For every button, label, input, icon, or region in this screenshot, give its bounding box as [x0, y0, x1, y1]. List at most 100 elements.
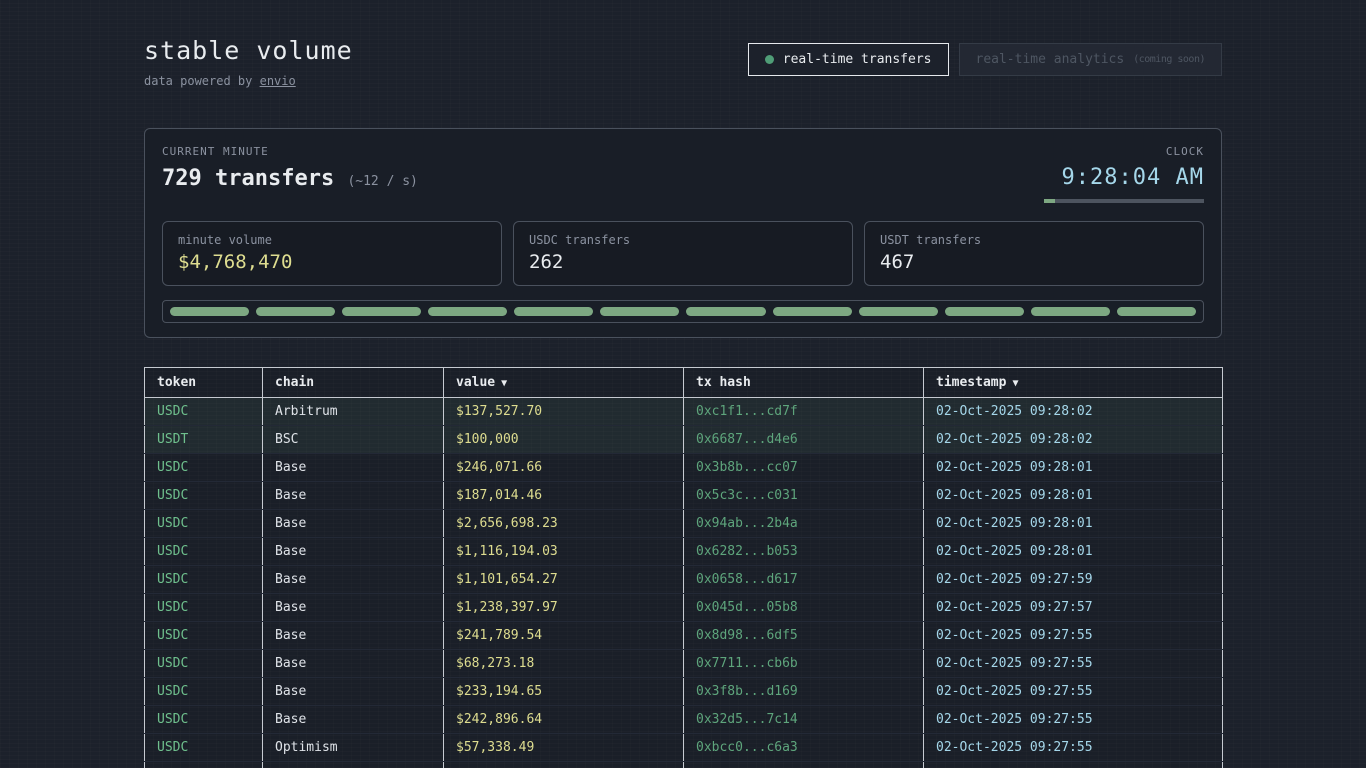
cell-chain: Arbitrum	[263, 398, 444, 426]
cell-timestamp: 02-Oct-2025 09:27:59	[924, 566, 1223, 594]
clock-block: CLOCK 9:28:04 AM	[1044, 145, 1204, 203]
cell-token: USDC	[145, 762, 263, 768]
stat-box-minute-volume: minute volume $4,768,470	[162, 221, 502, 286]
cell-hash[interactable]: 0x0658...d617	[684, 566, 924, 594]
cell-hash[interactable]: 0x045d...05b8	[684, 594, 924, 622]
cell-timestamp: 02-Oct-2025 09:28:02	[924, 426, 1223, 454]
table-row: USDCBase$233,194.650xbf75...366102-Oct-2…	[145, 762, 1223, 768]
cell-timestamp: 02-Oct-2025 09:28:01	[924, 482, 1223, 510]
cell-token: USDT	[145, 426, 263, 454]
cell-hash[interactable]: 0x32d5...7c14	[684, 706, 924, 734]
table-row: USDCBase$68,273.180x7711...cb6b02-Oct-20…	[145, 650, 1223, 678]
cell-timestamp: 02-Oct-2025 09:27:55	[924, 622, 1223, 650]
table-row: USDCBase$242,896.640x32d5...7c1402-Oct-2…	[145, 706, 1223, 734]
tab-real-time-analytics: real-time analytics (coming soon)	[959, 43, 1223, 76]
cell-token: USDC	[145, 650, 263, 678]
table-row: USDCBase$1,238,397.970x045d...05b802-Oct…	[145, 594, 1223, 622]
minute-segment	[1117, 307, 1196, 316]
page-title: stable volume	[144, 36, 353, 65]
col-header-token: token	[145, 368, 263, 398]
clock-time: 9:28:04 AM	[1044, 165, 1204, 190]
table-row: USDCBase$1,101,654.270x0658...d61702-Oct…	[145, 566, 1223, 594]
cell-chain: BSC	[263, 426, 444, 454]
minute-segment	[686, 307, 765, 316]
col-header-value[interactable]: value ▼	[444, 368, 684, 398]
cell-value: $1,101,654.27	[444, 566, 684, 594]
cell-token: USDC	[145, 398, 263, 426]
transfers-rate: (~12 / s)	[347, 174, 417, 189]
cell-hash[interactable]: 0xc1f1...cd7f	[684, 398, 924, 426]
cell-hash[interactable]: 0x94ab...2b4a	[684, 510, 924, 538]
cell-chain: Base	[263, 678, 444, 706]
minute-segments	[162, 300, 1204, 323]
cell-token: USDC	[145, 482, 263, 510]
cell-hash[interactable]: 0x6687...d4e6	[684, 426, 924, 454]
cell-value: $100,000	[444, 426, 684, 454]
cell-token: USDC	[145, 678, 263, 706]
stat-value: $4,768,470	[178, 251, 486, 273]
cell-chain: Base	[263, 594, 444, 622]
cell-chain: Base	[263, 650, 444, 678]
cell-value: $57,338.49	[444, 734, 684, 762]
cell-chain: Base	[263, 482, 444, 510]
cell-value: $1,116,194.03	[444, 538, 684, 566]
minute-segment	[256, 307, 335, 316]
cell-hash[interactable]: 0x6282...b053	[684, 538, 924, 566]
cell-chain: Base	[263, 510, 444, 538]
minute-segment	[170, 307, 249, 316]
col-header-timestamp[interactable]: timestamp ▼	[924, 368, 1223, 398]
stat-boxes: minute volume $4,768,470 USDC transfers …	[162, 221, 1204, 286]
clock-label: CLOCK	[1044, 145, 1204, 158]
cell-timestamp: 02-Oct-2025 09:27:57	[924, 594, 1223, 622]
table-row: USDCBase$2,656,698.230x94ab...2b4a02-Oct…	[145, 510, 1223, 538]
cell-value: $137,527.70	[444, 398, 684, 426]
stat-label: USDT transfers	[880, 233, 1188, 247]
cell-timestamp: 02-Oct-2025 09:28:01	[924, 510, 1223, 538]
cell-timestamp: 02-Oct-2025 09:28:01	[924, 538, 1223, 566]
cell-hash[interactable]: 0xbcc0...c6a3	[684, 734, 924, 762]
table-row: USDCBase$246,071.660x3b8b...cc0702-Oct-2…	[145, 454, 1223, 482]
clock-progress-fill	[1044, 199, 1055, 203]
cell-value: $242,896.64	[444, 706, 684, 734]
cell-token: USDC	[145, 566, 263, 594]
table-row: USDCBase$1,116,194.030x6282...b05302-Oct…	[145, 538, 1223, 566]
cell-hash[interactable]: 0x8d98...6df5	[684, 622, 924, 650]
col-header-chain: chain	[263, 368, 444, 398]
tab-real-time-transfers[interactable]: real-time transfers	[748, 43, 949, 76]
stat-value: 467	[880, 251, 1188, 273]
cell-chain: Base	[263, 762, 444, 768]
cell-hash[interactable]: 0xbf75...3661	[684, 762, 924, 768]
cell-value: $187,014.46	[444, 482, 684, 510]
transfers-block: CURRENT MINUTE 729 transfers (~12 / s)	[162, 145, 418, 191]
cell-value: $2,656,698.23	[444, 510, 684, 538]
cell-value: $241,789.54	[444, 622, 684, 650]
cell-value: $246,071.66	[444, 454, 684, 482]
cell-hash[interactable]: 0x3f8b...d169	[684, 678, 924, 706]
cell-hash[interactable]: 0x3b8b...cc07	[684, 454, 924, 482]
minute-segment	[773, 307, 852, 316]
table-row: USDTBSC$100,0000x6687...d4e602-Oct-2025 …	[145, 426, 1223, 454]
transfers-count: 729 transfers (~12 / s)	[162, 166, 418, 191]
page-container: stable volume data powered by envio real…	[144, 0, 1222, 768]
cell-value: $1,238,397.97	[444, 594, 684, 622]
stat-label: USDC transfers	[529, 233, 837, 247]
minute-segment	[514, 307, 593, 316]
cell-timestamp: 02-Oct-2025 09:27:55	[924, 706, 1223, 734]
envio-link[interactable]: envio	[260, 74, 296, 88]
minute-segment	[859, 307, 938, 316]
powered-by-text: data powered by	[144, 74, 260, 88]
stat-box-usdt-transfers: USDT transfers 467	[864, 221, 1204, 286]
cell-timestamp: 02-Oct-2025 09:27:55	[924, 678, 1223, 706]
cell-chain: Base	[263, 566, 444, 594]
sort-desc-icon: ▼	[1006, 378, 1018, 389]
cell-hash[interactable]: 0x5c3c...c031	[684, 482, 924, 510]
table-body: USDCArbitrum$137,527.700xc1f1...cd7f02-O…	[145, 398, 1223, 768]
table-header-row: tokenchainvalue ▼tx hashtimestamp ▼	[145, 368, 1223, 398]
cell-hash[interactable]: 0x7711...cb6b	[684, 650, 924, 678]
tab-label: real-time analytics	[976, 52, 1125, 67]
cell-token: USDC	[145, 734, 263, 762]
coming-soon-badge: (coming soon)	[1133, 54, 1205, 65]
table-row: USDCOptimism$57,338.490xbcc0...c6a302-Oc…	[145, 734, 1223, 762]
cell-token: USDC	[145, 706, 263, 734]
cell-timestamp: 02-Oct-2025 09:27:53	[924, 762, 1223, 768]
